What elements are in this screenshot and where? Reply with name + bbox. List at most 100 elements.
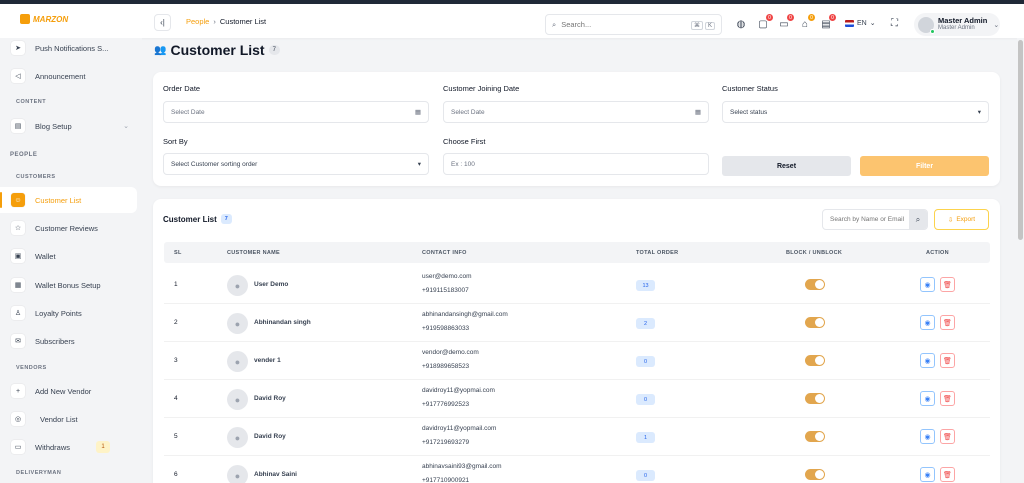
status-select[interactable]: Select status ▾ [722,101,989,123]
global-search-input[interactable] [561,20,684,29]
sidebar-item-customer-list[interactable]: ☺ Customer List [0,187,137,213]
view-button[interactable]: ◉ [920,353,935,368]
sidebar-item-blog-setup[interactable]: ▤ Blog Setup ⌄ [0,113,137,139]
total-order-badge: 0 [636,394,655,405]
breadcrumb-parent[interactable]: People [186,17,209,26]
sidebar-item-label: Loyalty Points [35,308,82,318]
block-toggle[interactable] [805,279,825,290]
view-button[interactable]: ◉ [920,467,935,482]
sidebar-item-announcement[interactable]: ◁ Announcement [0,63,137,89]
customer-name[interactable]: User Demo [254,281,288,288]
sidebar-item-wallet[interactable]: ▣ Wallet [0,243,137,269]
customer-phone: +919598863033 [422,325,470,332]
fullscreen-icon[interactable]: ⛶ [891,18,898,29]
send-icon: ➤ [11,41,25,55]
sort-by-select[interactable]: Select Customer sorting order ▾ [163,153,429,175]
reset-button[interactable]: Reset [722,156,851,176]
view-button[interactable]: ◉ [920,391,935,406]
customer-avatar: ● [227,275,248,296]
block-toggle[interactable] [805,317,825,328]
language-selector[interactable]: EN ⌄ [845,19,876,27]
eye-icon: ◉ [924,471,931,479]
delete-button[interactable]: 🗑 [940,277,955,292]
view-button[interactable]: ◉ [920,429,935,444]
total-order-badge: 1 [636,432,655,443]
user-role: Master Admin [938,25,975,31]
notification-badge: 0 [829,14,836,21]
sidebar-item-label: Subscribers [35,336,75,346]
total-order-badge: 2 [636,318,655,329]
trash-icon: 🗑 [943,471,952,479]
view-button[interactable]: ◉ [920,277,935,292]
joining-date-placeholder: Select Date [451,108,485,116]
message-icon[interactable]: ▭ 0 [778,14,794,30]
search-icon[interactable]: ⌕ [909,210,927,229]
joining-date-input[interactable]: Select Date ▦ [443,101,709,123]
sidebar-toggle-button[interactable]: ‹| [154,14,171,31]
choose-first-input[interactable]: Ex : 100 [443,153,709,175]
sidebar-item-loyalty-points[interactable]: ♙ Loyalty Points [0,300,137,326]
customer-name[interactable]: vender 1 [254,357,281,364]
logo-mark-icon [20,14,30,24]
top-bar: MARZON ‹| People › Customer List ⌕ ⌘K ◍ … [0,0,1024,38]
customer-name[interactable]: David Roy [254,395,286,402]
breadcrumb-separator: › [213,17,216,26]
table-row: 5 ● David Roy davidroy11@yopmail.com +917219… [164,418,990,456]
delete-button[interactable]: 🗑 [940,429,955,444]
column-header-total-order: TOTAL ORDER [636,250,679,256]
bank-icon[interactable]: ⌂ 0 [799,14,815,30]
choose-first-placeholder: Ex : 100 [451,160,475,168]
export-icon: ⇩ [947,216,954,224]
users-icon: 👥 [154,44,167,56]
sidebar-item-withdraws[interactable]: ▭ Withdraws 1 [0,434,137,460]
globe-icon[interactable]: ◍ [735,18,747,30]
table-search[interactable]: ⌕ [822,209,928,230]
list-icon: ◎ [11,412,25,426]
user-menu[interactable]: Master Admin Master Admin ⌄ [914,13,1000,36]
table-search-input[interactable] [823,216,909,223]
customer-email: abhinandansingh@gmail.com [422,311,508,318]
sidebar-item-subscribers[interactable]: ✉ Subscribers [0,328,137,354]
sidebar-item-push-notifications[interactable]: ➤ Push Notifications S... [0,38,137,61]
column-header-customer-name: CUSTOMER NAME [227,250,280,256]
sidebar-item-add-new-vendor[interactable]: + Add New Vendor [0,378,137,404]
sidebar-item-customer-reviews[interactable]: ☆ Customer Reviews [0,215,137,241]
delete-button[interactable]: 🗑 [940,391,955,406]
order-date-input[interactable]: Select Date ▦ [163,101,429,123]
mail-icon: ✉ [11,334,25,348]
sidebar-item-wallet-bonus-setup[interactable]: ▦ Wallet Bonus Setup [0,272,137,298]
trash-icon: 🗑 [943,395,952,403]
block-toggle[interactable] [805,355,825,366]
status-label: Customer Status [722,84,778,93]
customer-name[interactable]: Abhinav Saini [254,471,297,478]
chevron-down-icon: ⌄ [123,123,129,130]
order-date-label: Order Date [163,84,201,93]
export-button[interactable]: ⇩ Export [934,209,989,230]
delete-button[interactable]: 🗑 [940,467,955,482]
block-toggle[interactable] [805,469,825,480]
view-button[interactable]: ◉ [920,315,935,330]
column-header-block-unblock: BLOCK / UNBLOCK [786,250,843,256]
logo[interactable]: MARZON [20,14,68,24]
table-count-badge: 7 [220,214,232,224]
global-search[interactable]: ⌕ ⌘K [545,14,722,35]
sidebar-item-vendor-list[interactable]: ◎ Vendor List [0,406,137,432]
filter-button[interactable]: Filter [860,156,989,176]
order-date-placeholder: Select Date [171,108,205,116]
customer-avatar: ● [227,313,248,334]
document-icon: ▤ [11,119,25,133]
block-toggle[interactable] [805,393,825,404]
table-row: 2 ● Abhinandan singh abhinandansingh@gmail.… [164,304,990,342]
delete-button[interactable]: 🗑 [940,353,955,368]
customer-name[interactable]: David Roy [254,433,286,440]
shopping-bag-icon[interactable]: ▢ 0 [757,14,773,30]
delete-button[interactable]: 🗑 [940,315,955,330]
scrollbar-thumb[interactable] [1018,40,1023,240]
sidebar-item-label: Push Notifications S... [35,43,109,53]
customer-name[interactable]: Abhinandan singh [254,319,311,326]
eye-icon: ◉ [924,357,931,365]
card-icon[interactable]: ▤ 0 [820,14,836,30]
customer-email: vendor@demo.com [422,349,479,356]
block-toggle[interactable] [805,431,825,442]
search-icon: ⌕ [552,19,557,29]
